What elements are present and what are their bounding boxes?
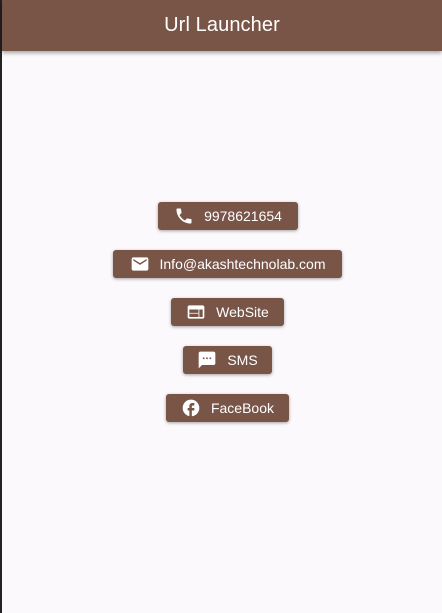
email-button-label: Info@akashtechnolab.com [159,256,326,272]
email-icon [130,254,150,274]
app-title: Url Launcher [164,14,280,36]
sms-icon [197,350,217,370]
sms-button-label: SMS [227,352,258,368]
website-button-label: WebSite [216,304,269,320]
facebook-button-label: FaceBook [210,400,275,416]
app-bar: Url Launcher [2,0,442,51]
facebook-icon [181,398,201,418]
phone-button-label: 9978621654 [204,208,282,224]
main-content: 9978621654 Info@akashtechnolab.com WebSi… [2,51,442,613]
phone-button[interactable]: 9978621654 [158,202,298,230]
facebook-button[interactable]: FaceBook [166,394,289,422]
sms-button[interactable]: SMS [183,346,272,374]
email-button[interactable]: Info@akashtechnolab.com [113,250,342,278]
web-icon [186,302,206,322]
website-button[interactable]: WebSite [171,298,284,326]
phone-icon [174,206,194,226]
